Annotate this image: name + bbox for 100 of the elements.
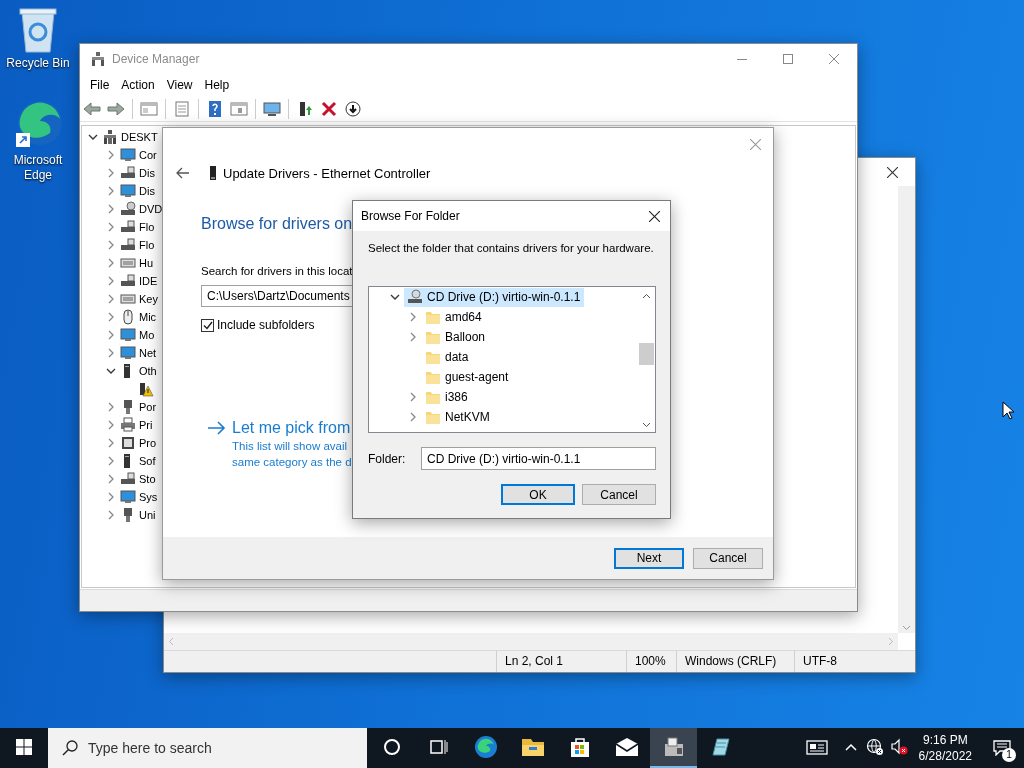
- recycle-bin-icon: [16, 6, 60, 54]
- drive-icon: [120, 471, 136, 487]
- tree-item-label[interactable]: Cor: [139, 149, 157, 161]
- folder-tree-item[interactable]: NetKVM: [422, 407, 494, 427]
- monitor-icon: [120, 489, 136, 505]
- tree-item-label[interactable]: Mic: [139, 311, 157, 323]
- status-text: Windows (CRLF): [676, 651, 794, 672]
- checkbox-label[interactable]: Include subfolders: [217, 318, 315, 332]
- tree-item-label[interactable]: IDE: [139, 275, 158, 287]
- muted-speaker-icon: [889, 738, 908, 756]
- folder-field[interactable]: CD Drive (D:) virtio-win-0.1.1: [421, 447, 656, 470]
- keyboard-icon: [120, 291, 136, 307]
- folder-tree-item[interactable]: data: [422, 347, 473, 367]
- status-text: 100%: [626, 651, 676, 672]
- desktop-icon-label[interactable]: Microsoft Edge: [5, 153, 71, 183]
- monitor-icon: [120, 147, 136, 163]
- warning-device-icon: [138, 381, 154, 397]
- scroll-down-icon[interactable]: [642, 422, 651, 428]
- shopping-bag-icon: [568, 736, 591, 758]
- link-description: same category as the d: [232, 455, 352, 470]
- remove-icon: [321, 100, 337, 117]
- minimize-icon: [737, 58, 747, 60]
- monitor-icon: [120, 183, 136, 199]
- tree-item-label[interactable]: Net: [139, 347, 157, 359]
- tree-item-label[interactable]: Pro: [139, 437, 157, 449]
- properties-icon: [174, 100, 190, 117]
- forward-arrow-icon: [107, 100, 125, 117]
- dialog-title: Browse For Folder: [361, 209, 461, 223]
- device-icon: [209, 165, 217, 181]
- help-icon: [207, 100, 223, 117]
- maximize-icon: [783, 54, 793, 64]
- tree-item-label[interactable]: Dis: [139, 167, 155, 179]
- checkmark-icon: [202, 320, 213, 330]
- link-description: This list will show avail: [232, 439, 349, 454]
- status-text: Ln 2, Col 1: [496, 651, 626, 672]
- tree-item-label[interactable]: Flo: [139, 221, 155, 233]
- dialog-button[interactable]: Cancel: [693, 547, 763, 569]
- tree-item-label[interactable]: Flo: [139, 239, 155, 251]
- close-icon: [829, 54, 839, 64]
- right-arrow-icon: [207, 421, 226, 435]
- checkbox[interactable]: [201, 318, 214, 332]
- folder-tree-item[interactable]: amd64: [422, 307, 486, 327]
- search-field[interactable]: Type here to search: [48, 728, 367, 768]
- window-title: Device Manager: [112, 52, 201, 66]
- menu-item[interactable]: Help: [198, 78, 236, 92]
- drive-icon: [120, 165, 136, 181]
- tree-item-label[interactable]: Hu: [139, 257, 154, 269]
- menu-item[interactable]: Action: [115, 78, 161, 92]
- tree-item-label[interactable]: Mo: [139, 329, 155, 341]
- globe-icon: [865, 738, 884, 756]
- folder-icon: [425, 349, 441, 365]
- tree-item-label[interactable]: Sto: [139, 473, 156, 485]
- disc-drive-icon: [120, 201, 136, 217]
- computer-icon: [102, 129, 118, 145]
- folder-icon: [425, 409, 441, 425]
- tree-item-label[interactable]: Por: [139, 401, 157, 413]
- folder-tree-item[interactable]: CD Drive (D:) virtio-win-0.1.1: [404, 287, 585, 307]
- drive-icon: [120, 219, 136, 235]
- dialog-button[interactable]: Next: [614, 547, 684, 569]
- page-heading: Browse for drivers on: [201, 215, 353, 233]
- tree-item-label[interactable]: Key: [139, 293, 158, 305]
- folder-icon: [425, 389, 441, 405]
- folder-tree-item[interactable]: i386: [422, 387, 472, 407]
- folder-icon: [425, 329, 441, 345]
- folder-icon: [520, 737, 545, 757]
- folder-icon: [425, 369, 441, 385]
- mouse-icon: [120, 309, 136, 325]
- tree-item-label[interactable]: Pri: [139, 419, 153, 431]
- drive-icon: [120, 273, 136, 289]
- news-icon: [805, 739, 828, 755]
- tree-item-label[interactable]: DESKT: [121, 131, 158, 143]
- desktop-icon-label[interactable]: Recycle Bin: [5, 56, 71, 71]
- device-manager-icon: [90, 51, 106, 67]
- back-arrow-icon: [176, 167, 190, 179]
- notifications-button[interactable]: 1: [980, 728, 1024, 768]
- panel-icon: [230, 100, 248, 117]
- task-view-icon: [428, 737, 449, 757]
- clock-date[interactable]: 6/28/2022: [918, 748, 972, 764]
- tree-item-label[interactable]: DVD: [139, 203, 163, 215]
- toolbar-button[interactable]: [343, 98, 363, 119]
- tree-item-label[interactable]: Sys: [139, 491, 158, 503]
- cd-drive-icon: [407, 289, 423, 305]
- close-icon: [749, 138, 761, 150]
- tree-item-label[interactable]: Dis: [139, 185, 155, 197]
- back-arrow-icon: [83, 100, 101, 117]
- taskbar-app-button[interactable]: [650, 728, 697, 768]
- envelope-icon: [614, 738, 639, 756]
- scroll-up-icon[interactable]: [642, 293, 651, 299]
- clock-time[interactable]: 9:16 PM: [922, 732, 968, 748]
- tree-item-label[interactable]: Sof: [139, 455, 156, 467]
- folder-tree-item[interactable]: Balloon: [422, 327, 490, 347]
- tree-item-label[interactable]: Oth: [139, 365, 157, 377]
- menu-item[interactable]: View: [160, 78, 199, 92]
- scroll-thumb[interactable]: [639, 343, 654, 365]
- dialog-button[interactable]: OK: [501, 484, 575, 505]
- folder-tree-item[interactable]: guest-agent: [422, 367, 513, 387]
- dialog-button[interactable]: Cancel: [582, 484, 656, 505]
- tree-item-label[interactable]: Uni: [139, 509, 156, 521]
- pick-driver-link[interactable]: Let me pick from: [232, 418, 352, 438]
- menu-item[interactable]: File: [84, 78, 116, 92]
